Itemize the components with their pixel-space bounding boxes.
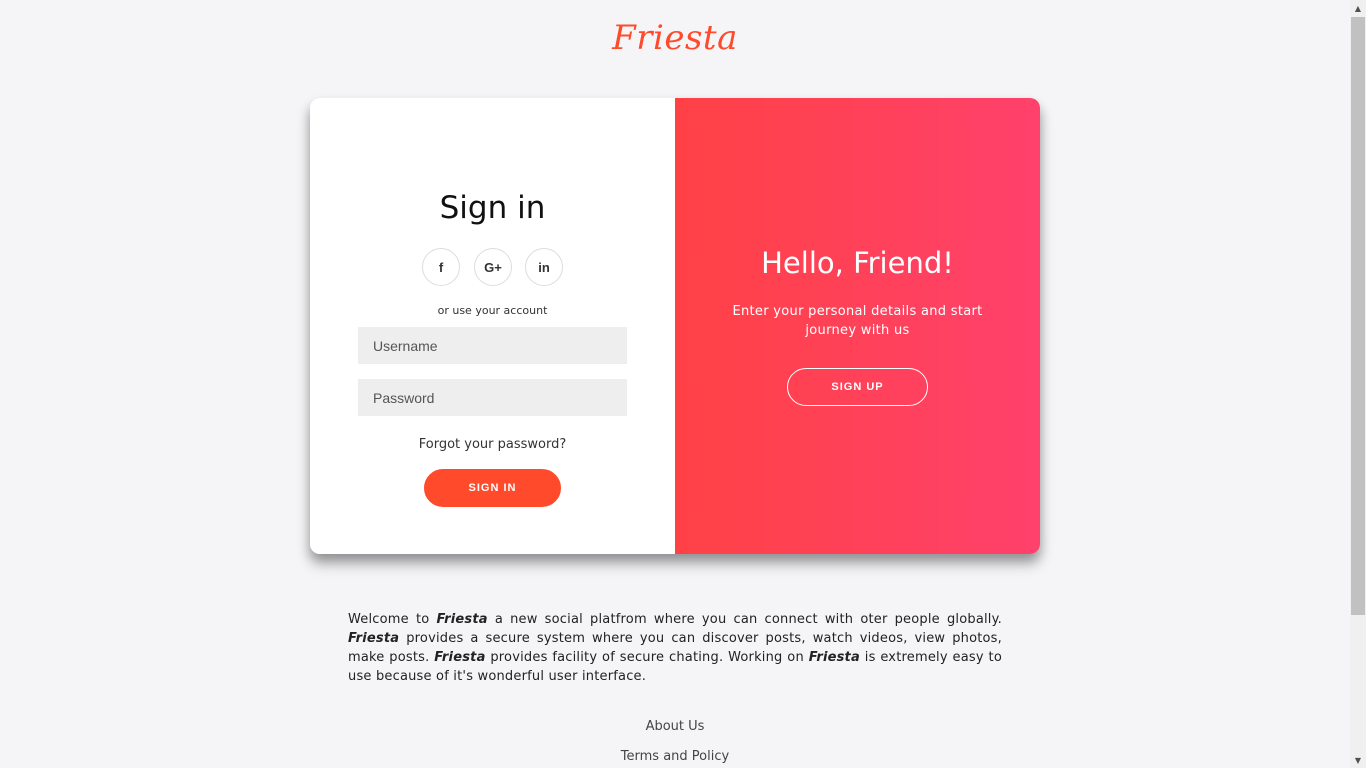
linkedin-icon[interactable]: in [525,248,563,286]
signin-panel: Sign in f G+ in or use your account Forg… [310,98,675,554]
about-text: a new social platfrom where you can conn… [487,612,1002,627]
alt-login-text: or use your account [437,304,548,317]
about-us-link[interactable]: About Us [0,719,1350,734]
about-text: provides facility of secure chating. Wor… [485,650,809,665]
password-input[interactable] [358,379,627,416]
username-input[interactable] [358,327,627,364]
page: Friesta Sign in f G+ in or use your acco… [0,0,1350,768]
about-brand-name: Friesta [434,650,486,665]
about-text: Welcome to [348,612,437,627]
terms-policy-link[interactable]: Terms and Policy [0,749,1350,764]
signup-panel-text: Enter your personal details and start jo… [732,304,983,338]
sign-in-button[interactable]: SIGN IN [424,469,561,507]
scroll-down-icon[interactable]: ▼ [1350,752,1366,768]
google-plus-icon[interactable]: G+ [474,248,512,286]
social-login-group: f G+ in [422,248,564,286]
about-brand-name: Friesta [348,631,400,646]
auth-card: Sign in f G+ in or use your account Forg… [310,98,1040,554]
scroll-up-icon[interactable]: ▲ [1350,0,1366,16]
about-paragraph: Welcome to Friesta a new social platfrom… [348,610,1002,686]
about-brand-name: Friesta [436,612,488,627]
signin-title: Sign in [439,190,546,226]
forgot-password-link[interactable]: Forgot your password? [310,437,675,452]
signup-panel-title: Hello, Friend! [761,246,954,280]
facebook-icon[interactable]: f [422,248,460,286]
sign-up-button[interactable]: SIGN UP [787,368,928,406]
scroll-thumb[interactable] [1351,17,1365,615]
brand-logo[interactable]: Friesta [0,18,1350,58]
signup-panel: Hello, Friend! Enter your personal detai… [675,98,1040,554]
about-brand-name: Friesta [808,650,860,665]
vertical-scrollbar[interactable]: ▲ ▼ [1350,0,1366,768]
